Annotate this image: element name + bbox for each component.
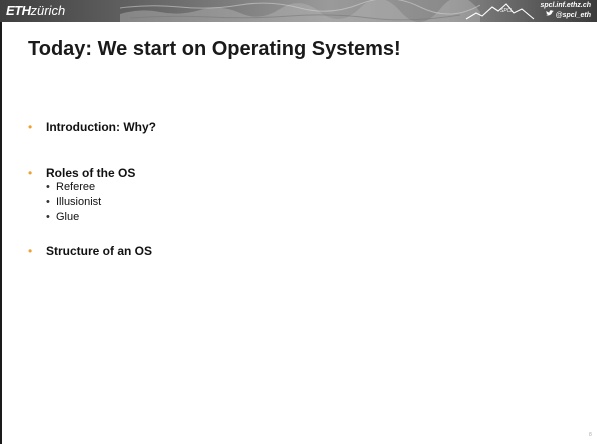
slide-left-border — [0, 0, 2, 444]
sub-bullet-marker: • — [46, 181, 50, 193]
slide: ETHzürich SPCL spcl.inf.ethz.ch @spcl_et… — [0, 0, 597, 444]
sub-item-text: Glue — [56, 211, 80, 223]
bullet-text: Roles of the OS — [46, 166, 136, 180]
bullet-text: Structure of an OS — [46, 244, 153, 258]
page-number: 8 — [589, 432, 592, 438]
bullet-marker: • — [28, 244, 33, 258]
mountain-caption: SPCL — [500, 8, 513, 14]
twitter-handle: @spcl_eth — [555, 12, 591, 19]
header-banner: ETHzürich SPCL spcl.inf.ethz.ch @spcl_et… — [0, 0, 597, 22]
url-link[interactable]: spcl.inf.ethz.ch — [540, 1, 591, 10]
bullet-marker: • — [28, 166, 33, 180]
logo-zurich-text: zürich — [30, 3, 66, 18]
header-texture — [120, 0, 480, 22]
sub-bullet-marker: • — [46, 196, 50, 208]
slide-title: Today: We start on Operating Systems! — [28, 38, 401, 60]
mountain-logo-icon: SPCL — [465, 3, 535, 20]
sub-item-text: Illusionist — [56, 196, 102, 208]
header-links: spcl.inf.ethz.ch @spcl_eth — [540, 1, 591, 20]
bullet-marker: • — [28, 120, 33, 134]
logo-eth-text: ETH — [6, 3, 31, 18]
eth-logo: ETHzürich — [6, 3, 65, 19]
twitter-bird-icon — [545, 10, 554, 20]
twitter-link[interactable]: @spcl_eth — [540, 10, 591, 20]
sub-item-text: Referee — [56, 181, 96, 193]
sub-bullet-marker: • — [46, 211, 50, 223]
bullet-text: Introduction: Why? — [46, 120, 156, 134]
